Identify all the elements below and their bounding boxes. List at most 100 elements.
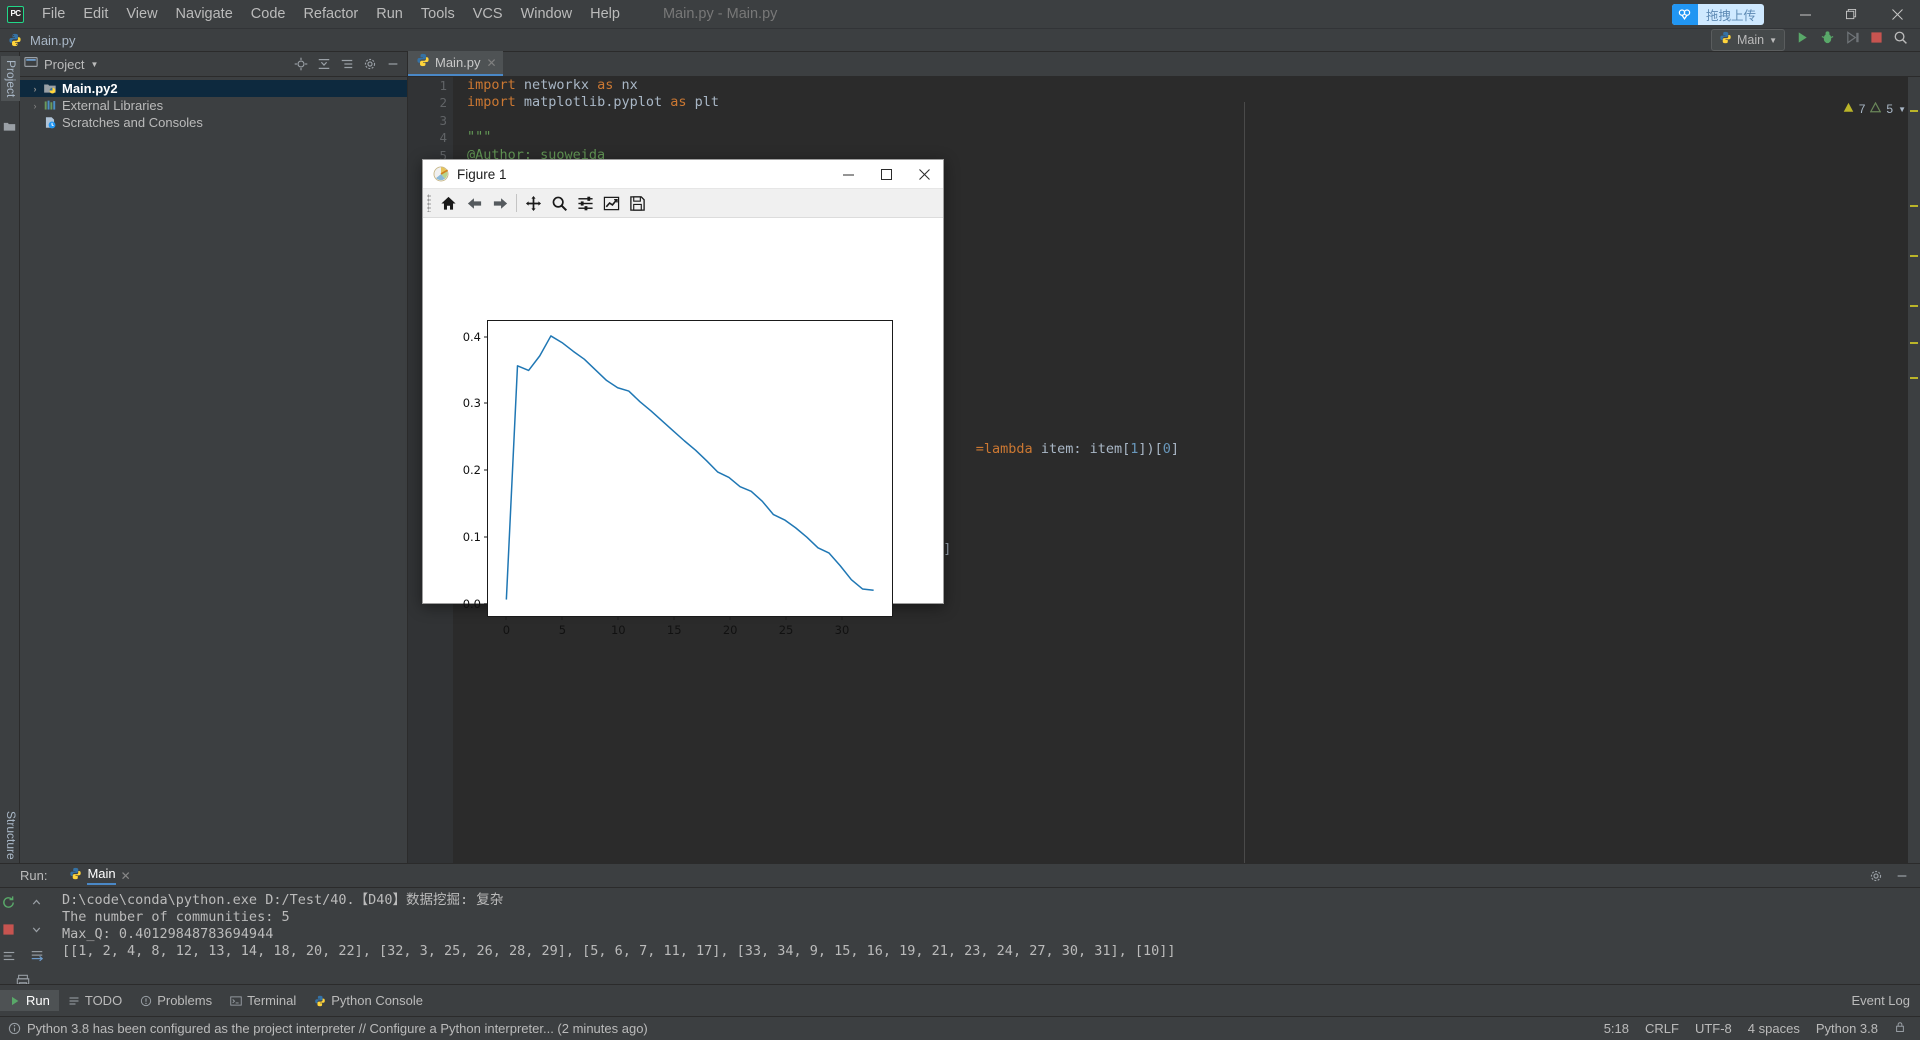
- menu-view[interactable]: View: [117, 3, 166, 25]
- run-icon[interactable]: [1795, 30, 1810, 50]
- chevron-down-icon[interactable]: ▼: [90, 60, 98, 69]
- stop-icon[interactable]: [1870, 31, 1883, 49]
- bottom-tab-terminal[interactable]: Terminal: [221, 990, 305, 1011]
- scroll-down-icon[interactable]: [28, 920, 46, 938]
- menu-navigate[interactable]: Navigate: [167, 3, 242, 25]
- save-floppy-icon[interactable]: [624, 191, 650, 216]
- event-log-label[interactable]: Event Log: [1851, 993, 1910, 1008]
- project-header-actions: [291, 54, 403, 74]
- interpreter-selector[interactable]: Python 3.8: [1816, 1021, 1878, 1036]
- debug-icon[interactable]: [1820, 30, 1835, 50]
- back-arrow-icon[interactable]: [461, 191, 487, 216]
- figure-canvas[interactable]: 0.0 0.1 0.2 0.3 0.4 0 5 10 15 20 25 30: [423, 219, 943, 637]
- zoom-magnifier-icon[interactable]: [546, 191, 572, 216]
- run-configuration-selector[interactable]: Main ▼: [1710, 29, 1785, 51]
- search-everywhere-icon[interactable]: [1893, 30, 1908, 50]
- window-close-button[interactable]: [1874, 0, 1920, 29]
- soft-wrap-icon[interactable]: [0, 947, 18, 965]
- home-icon[interactable]: [435, 191, 461, 216]
- window-minimize-button[interactable]: [1782, 0, 1828, 29]
- run-tab-main[interactable]: Main ✕: [69, 866, 131, 885]
- scroll-end-icon[interactable]: [28, 947, 46, 965]
- edit-axis-curve-icon[interactable]: [598, 191, 624, 216]
- caret-position[interactable]: 5:18: [1604, 1021, 1629, 1036]
- run-console-output[interactable]: D:\code\conda\python.exe D:/Test/40.【D40…: [62, 888, 1920, 984]
- figure-close-button[interactable]: [905, 160, 943, 189]
- menu-code[interactable]: Code: [242, 3, 295, 25]
- chevron-down-icon[interactable]: ▼: [1769, 36, 1777, 45]
- matplotlib-logo-icon: [433, 166, 449, 182]
- forward-arrow-icon[interactable]: [487, 191, 513, 216]
- y-axis-tick-label: 0.4: [462, 329, 481, 344]
- editor-marker-gutter[interactable]: [1908, 77, 1920, 863]
- indent-setting[interactable]: 4 spaces: [1748, 1021, 1800, 1036]
- matplotlib-figure-window[interactable]: Figure 1 0.0 0.1 0.2 0.3 0.4 0 5 10 15 2…: [422, 159, 944, 637]
- y-axis-tick-mark: [484, 402, 488, 404]
- hide-panel-icon[interactable]: [1892, 866, 1912, 886]
- chevron-right-icon[interactable]: ›: [28, 84, 42, 94]
- folder-icon[interactable]: [3, 120, 17, 134]
- coverage-icon[interactable]: [1845, 30, 1860, 50]
- netdisk-cloud-icon: [1671, 3, 1698, 25]
- tool-window-button-project[interactable]: Project: [1, 56, 21, 102]
- hide-panel-icon[interactable]: [383, 54, 403, 74]
- locate-icon[interactable]: [291, 54, 311, 74]
- menu-help[interactable]: Help: [581, 3, 629, 25]
- lock-icon[interactable]: [1894, 1021, 1906, 1036]
- inspection-widget[interactable]: 7 5 ▼: [1843, 101, 1906, 116]
- stop-red-icon[interactable]: [0, 920, 18, 938]
- project-panel-title: Project: [44, 56, 85, 72]
- close-icon[interactable]: ✕: [487, 56, 497, 70]
- scroll-up-icon[interactable]: [28, 893, 46, 911]
- status-message[interactable]: Python 3.8 has been configured as the pr…: [27, 1021, 648, 1036]
- toolbar-separator: [516, 194, 517, 212]
- gutter-line-number: 3: [439, 112, 447, 128]
- bottom-tab-label: Problems: [157, 993, 213, 1008]
- bottom-tab-python-console[interactable]: Python Console: [305, 990, 432, 1011]
- file-encoding[interactable]: UTF-8: [1695, 1021, 1732, 1036]
- figure-minimize-button[interactable]: [829, 160, 867, 189]
- settings-gear-icon[interactable]: [360, 54, 380, 74]
- menu-refactor[interactable]: Refactor: [294, 3, 367, 25]
- toolbar-grip[interactable]: [427, 194, 431, 212]
- run-config-label: Main: [1736, 33, 1765, 47]
- settings-gear-icon[interactable]: [1866, 866, 1886, 886]
- python-folder-icon: [42, 82, 58, 96]
- x-axis-tick-label: 10: [610, 623, 626, 637]
- title-bar: PC File Edit View Navigate Code Refactor Run To…: [0, 0, 1920, 29]
- menu-file[interactable]: File: [33, 3, 74, 25]
- menu-tools[interactable]: Tools: [412, 3, 464, 25]
- breadcrumb-file-label[interactable]: Main.py: [30, 33, 76, 48]
- run-side-toolbar: [0, 888, 46, 1034]
- bottom-tab-run[interactable]: Run: [0, 990, 59, 1011]
- project-tool-window: Project ▼ › Main.py2 › External Libraries Sc…: [20, 52, 408, 863]
- window-maximize-button[interactable]: [1828, 0, 1874, 29]
- chevron-down-icon[interactable]: ▼: [1898, 105, 1906, 114]
- menu-edit[interactable]: Edit: [74, 3, 117, 25]
- pan-move-icon[interactable]: [520, 191, 546, 216]
- configure-subplots-icon[interactable]: [572, 191, 598, 216]
- project-tree-item[interactable]: Scratches and Consoles: [20, 114, 407, 131]
- bottom-tab-problems[interactable]: Problems: [131, 990, 221, 1011]
- expand-icon[interactable]: [337, 54, 357, 74]
- menu-run[interactable]: Run: [367, 3, 412, 25]
- project-tree-item[interactable]: › External Libraries: [20, 97, 407, 114]
- run-panel-label: Run:: [20, 868, 48, 883]
- tool-window-button-structure[interactable]: Structure: [1, 807, 21, 864]
- rerun-icon[interactable]: [0, 893, 18, 911]
- event-log-area[interactable]: Event Log: [1851, 993, 1920, 1008]
- menu-vcs[interactable]: VCS: [464, 3, 512, 25]
- menu-window[interactable]: Window: [512, 3, 582, 25]
- bottom-tab-todo[interactable]: TODO: [59, 990, 131, 1011]
- figure-maximize-button[interactable]: [867, 160, 905, 189]
- matplotlib-navigation-toolbar: [423, 189, 943, 218]
- close-icon[interactable]: ✕: [121, 869, 131, 883]
- line-separator[interactable]: CRLF: [1645, 1021, 1679, 1036]
- netdisk-upload-widget[interactable]: 拖拽上传: [1671, 3, 1764, 25]
- editor-tab-main-py[interactable]: Main.py ✕: [408, 51, 503, 76]
- chevron-right-icon[interactable]: ›: [28, 101, 42, 111]
- collapse-all-icon[interactable]: [314, 54, 334, 74]
- info-icon: [8, 1022, 21, 1035]
- project-tree-item[interactable]: › Main.py2: [20, 80, 407, 97]
